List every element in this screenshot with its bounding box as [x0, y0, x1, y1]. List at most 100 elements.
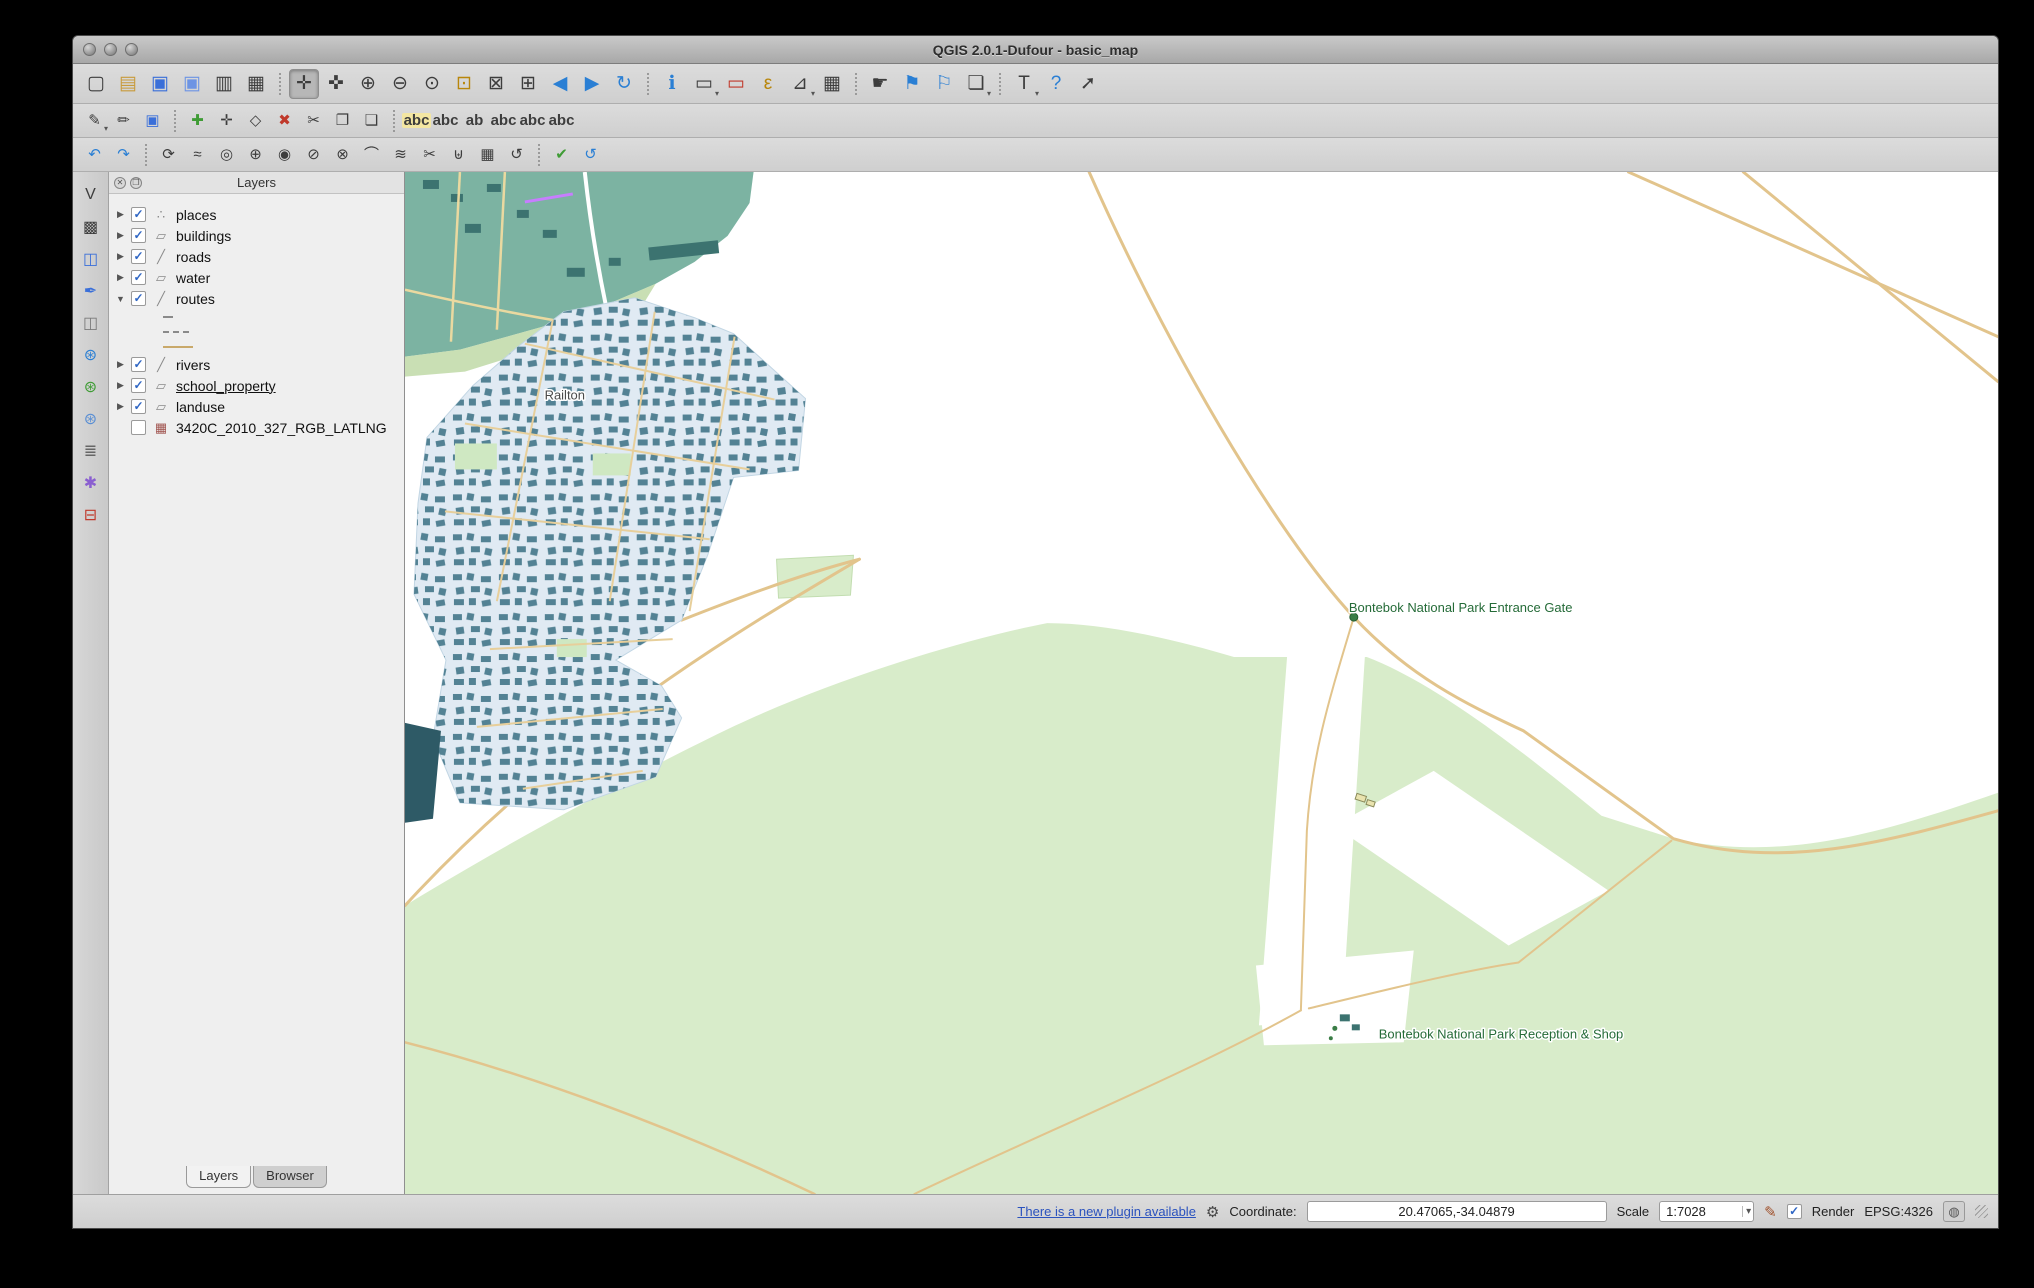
simplify-feature-button[interactable]: ≈: [184, 141, 211, 168]
split-features-button[interactable]: ✂: [416, 141, 443, 168]
open-project-button[interactable]: ▤: [113, 69, 143, 99]
layer-item-routes[interactable]: ▼✓╱routes: [115, 288, 404, 309]
expand-arrow-icon[interactable]: ▼: [115, 294, 126, 304]
zoom-out-button[interactable]: ⊖: [385, 69, 415, 99]
delete-selected-button[interactable]: ✖: [271, 107, 298, 134]
remove-layer-button[interactable]: ⊟: [78, 502, 104, 528]
select-by-expression-button[interactable]: ε: [753, 69, 783, 99]
save-project-button[interactable]: ▣: [145, 69, 175, 99]
layer-checkbox-school_property[interactable]: ✓: [131, 378, 146, 393]
layer-checkbox-3420C_2010_327_RGB_LATLNG[interactable]: [131, 420, 146, 435]
copy-features-button[interactable]: ❐: [329, 107, 356, 134]
zoom-to-selection-button[interactable]: ⊠: [481, 69, 511, 99]
rotate-feature-button[interactable]: ⟳: [155, 141, 182, 168]
layer-item-3420C_2010_327_RGB_LATLNG[interactable]: ▦3420C_2010_327_RGB_LATLNG: [115, 417, 404, 438]
layer-checkbox-places[interactable]: ✓: [131, 207, 146, 222]
new-project-button[interactable]: ▢: [81, 69, 111, 99]
label-rotate-button[interactable]: abc: [519, 107, 546, 134]
zoom-to-layer-button[interactable]: ⊞: [513, 69, 543, 99]
zoom-window-button[interactable]: [125, 43, 138, 56]
expand-arrow-icon[interactable]: ▶: [115, 209, 126, 220]
expand-arrow-icon[interactable]: ▶: [115, 359, 126, 370]
merge-features-button[interactable]: ⊎: [445, 141, 472, 168]
add-feature-button[interactable]: ✚: [184, 107, 211, 134]
layer-checkbox-buildings[interactable]: ✓: [131, 228, 146, 243]
minimize-window-button[interactable]: [104, 43, 117, 56]
merge-attributes-button[interactable]: ▦: [474, 141, 501, 168]
plugin-link[interactable]: There is a new plugin available: [1017, 1204, 1196, 1219]
label-pin-button[interactable]: abc: [432, 107, 459, 134]
deselect-features-button[interactable]: ▭: [721, 69, 751, 99]
save-layer-edits-button[interactable]: ▣: [139, 107, 166, 134]
coordinate-input[interactable]: 20.47065,-34.04879: [1307, 1201, 1607, 1222]
reshape-features-button[interactable]: ⌒: [358, 141, 385, 168]
rollback-edits-button[interactable]: ↺: [577, 141, 604, 168]
expand-arrow-icon[interactable]: ▶: [115, 230, 126, 241]
annotation-button[interactable]: ❏▾: [961, 69, 991, 99]
crs-status-button[interactable]: ◍: [1943, 1201, 1965, 1222]
undo-button[interactable]: ↶: [81, 141, 108, 168]
layer-checkbox-water[interactable]: ✓: [131, 270, 146, 285]
window-titlebar[interactable]: QGIS 2.0.1-Dufour - basic_map: [73, 36, 1998, 64]
open-attribute-table-button[interactable]: ▦: [817, 69, 847, 99]
tab-browser[interactable]: Browser: [253, 1166, 327, 1188]
add-ring-button[interactable]: ◎: [213, 141, 240, 168]
label-show-hide-button[interactable]: ab: [461, 107, 488, 134]
fill-ring-button[interactable]: ◉: [271, 141, 298, 168]
add-wms-layer-button[interactable]: ⊛: [78, 342, 104, 368]
scale-edit-icon[interactable]: ✎: [1764, 1203, 1777, 1221]
layer-item-school_property[interactable]: ▶✓▱school_property: [115, 375, 404, 396]
measure-button[interactable]: ⊿▾: [785, 69, 815, 99]
close-panel-icon[interactable]: ✕: [114, 177, 126, 189]
resize-grip[interactable]: [1975, 1205, 1988, 1218]
current-edits-button[interactable]: ✎▾: [81, 107, 108, 134]
delete-part-button[interactable]: ⊗: [329, 141, 356, 168]
add-spatialite-layer-button[interactable]: ✒: [78, 278, 104, 304]
zoom-full-button[interactable]: ⊡: [449, 69, 479, 99]
refresh-map-button[interactable]: ↻: [609, 69, 639, 99]
delete-ring-button[interactable]: ⊘: [300, 141, 327, 168]
render-checkbox[interactable]: ✓: [1787, 1204, 1802, 1219]
layer-item-rivers[interactable]: ▶✓╱rivers: [115, 354, 404, 375]
expand-arrow-icon[interactable]: ▶: [115, 401, 126, 412]
whats-this-button[interactable]: ➚: [1073, 69, 1103, 99]
check-validity-button[interactable]: ✔: [548, 141, 575, 168]
zoom-in-button[interactable]: ⊕: [353, 69, 383, 99]
zoom-next-button[interactable]: ▶: [577, 69, 607, 99]
add-mssql-layer-button[interactable]: ◫: [78, 310, 104, 336]
add-delimited-text-layer-button[interactable]: ≣: [78, 438, 104, 464]
pan-to-selection-button[interactable]: ✜: [321, 69, 351, 99]
new-shapefile-layer-button[interactable]: ✱: [78, 470, 104, 496]
close-window-button[interactable]: [83, 43, 96, 56]
map-canvas[interactable]: Railton Bontebok National Park Entrance …: [405, 172, 1998, 1194]
move-feature-button[interactable]: ✛: [213, 107, 240, 134]
expand-arrow-icon[interactable]: ▶: [115, 380, 126, 391]
text-annotation-button[interactable]: T▾: [1009, 69, 1039, 99]
labeling-button[interactable]: abc: [403, 107, 430, 134]
layer-item-roads[interactable]: ▶✓╱roads: [115, 246, 404, 267]
node-tool-button[interactable]: ◇: [242, 107, 269, 134]
add-part-button[interactable]: ⊕: [242, 141, 269, 168]
scale-combobox[interactable]: 1:7028 ▾: [1659, 1201, 1754, 1222]
label-move-button[interactable]: abc: [490, 107, 517, 134]
show-bookmarks-button[interactable]: ⚐: [929, 69, 959, 99]
zoom-actual-button[interactable]: ⊙: [417, 69, 447, 99]
layer-item-water[interactable]: ▶✓▱water: [115, 267, 404, 288]
help-button[interactable]: ?: [1041, 69, 1071, 99]
composer-manager-button[interactable]: ▦: [241, 69, 271, 99]
layer-checkbox-roads[interactable]: ✓: [131, 249, 146, 264]
new-print-composer-button[interactable]: ▥: [209, 69, 239, 99]
offset-curve-button[interactable]: ≋: [387, 141, 414, 168]
chevron-down-icon[interactable]: ▾: [1742, 1206, 1751, 1217]
float-panel-icon[interactable]: ❐: [130, 177, 142, 189]
tab-layers[interactable]: Layers: [186, 1166, 251, 1188]
expand-arrow-icon[interactable]: ▶: [115, 251, 126, 262]
add-postgis-layer-button[interactable]: ◫: [78, 246, 104, 272]
cut-features-button[interactable]: ✂: [300, 107, 327, 134]
toggle-editing-button[interactable]: ✏: [110, 107, 137, 134]
save-project-as-button[interactable]: ▣: [177, 69, 207, 99]
plugin-icon[interactable]: ⚙: [1206, 1203, 1219, 1221]
layer-item-places[interactable]: ▶✓∴places: [115, 204, 404, 225]
layer-checkbox-landuse[interactable]: ✓: [131, 399, 146, 414]
label-properties-button[interactable]: abc: [548, 107, 575, 134]
